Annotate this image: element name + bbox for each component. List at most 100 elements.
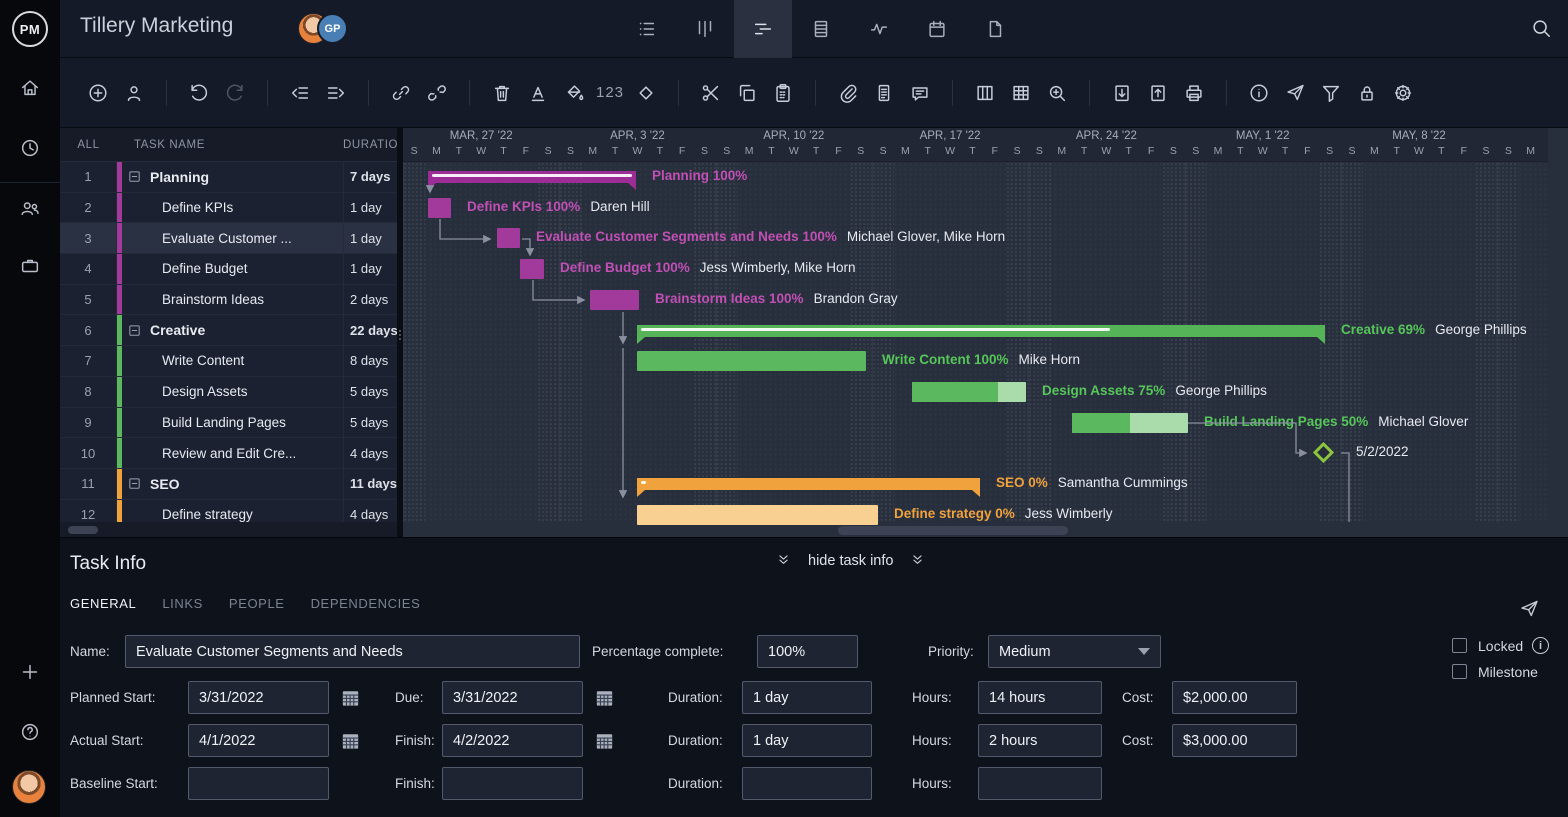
info-button[interactable]: [1241, 75, 1277, 111]
table-row[interactable]: 9Build Landing Pages5 days: [60, 408, 397, 439]
task-bar[interactable]: [520, 259, 544, 279]
task-bar[interactable]: [428, 198, 451, 218]
milestone-diamond-button[interactable]: [628, 75, 664, 111]
task-name-input[interactable]: [125, 635, 580, 668]
calendar-icon[interactable]: [593, 686, 616, 709]
priority-select[interactable]: Medium: [988, 635, 1161, 668]
redo-button[interactable]: [217, 75, 253, 111]
notes-button[interactable]: [866, 75, 902, 111]
portfolio-icon[interactable]: [0, 244, 60, 288]
unlink-button[interactable]: [419, 75, 455, 111]
task-bar[interactable]: [1072, 413, 1188, 433]
zoom-in-button[interactable]: [1039, 75, 1075, 111]
table-horizontal-scrollbar[interactable]: [68, 526, 98, 534]
table-row[interactable]: 8Design Assets5 days: [60, 377, 397, 408]
paste-button[interactable]: [765, 75, 801, 111]
project-avatars[interactable]: GP: [298, 13, 362, 45]
locked-info-icon[interactable]: i: [1532, 637, 1549, 654]
duration-input[interactable]: [742, 767, 872, 800]
summary-bar[interactable]: [428, 171, 636, 183]
end-date-input[interactable]: [442, 681, 583, 714]
table-row[interactable]: 6Creative22 days: [60, 315, 397, 346]
task-bar[interactable]: [637, 505, 878, 525]
delete-button[interactable]: [484, 75, 520, 111]
view-tab-view-doc[interactable]: [966, 0, 1024, 58]
lock-button[interactable]: [1349, 75, 1385, 111]
grid-button[interactable]: [1003, 75, 1039, 111]
format-text-button[interactable]: [520, 75, 556, 111]
table-row[interactable]: 4Define Budget1 day: [60, 254, 397, 285]
table-row[interactable]: 7Write Content8 days: [60, 346, 397, 377]
task-bar[interactable]: [590, 290, 639, 310]
cost-input[interactable]: [1172, 681, 1297, 714]
table-row[interactable]: 1Planning7 days: [60, 162, 397, 193]
table-row[interactable]: 2Define KPIs1 day: [60, 193, 397, 224]
link-button[interactable]: [383, 75, 419, 111]
task-info-tab-links[interactable]: LINKS: [162, 596, 203, 611]
numbers-button[interactable]: 123: [592, 84, 628, 101]
table-row[interactable]: 12Define strategy4 days: [60, 500, 397, 522]
collapse-icon[interactable]: [126, 322, 143, 339]
copy-button[interactable]: [729, 75, 765, 111]
comment-button[interactable]: [902, 75, 938, 111]
user-avatar[interactable]: [12, 770, 46, 804]
gantt-horizontal-scrollbar[interactable]: [838, 526, 1068, 535]
outdent-button[interactable]: [282, 75, 318, 111]
help-icon[interactable]: [0, 710, 60, 754]
import-button[interactable]: [1104, 75, 1140, 111]
table-row[interactable]: 10Review and Edit Cre...4 days: [60, 438, 397, 469]
end-date-input[interactable]: [442, 724, 583, 757]
team-icon[interactable]: [0, 186, 60, 230]
task-info-tab-general[interactable]: GENERAL: [70, 596, 136, 611]
filter-button[interactable]: [1313, 75, 1349, 111]
view-tab-view-calendar[interactable]: [908, 0, 966, 58]
view-tab-view-gantt[interactable]: [734, 0, 792, 58]
end-date-input[interactable]: [442, 767, 583, 800]
recent-clock-icon[interactable]: [0, 126, 60, 170]
cut-button[interactable]: [693, 75, 729, 111]
hours-input[interactable]: [978, 724, 1102, 757]
attachment-button[interactable]: [830, 75, 866, 111]
cost-input[interactable]: [1172, 724, 1297, 757]
duration-input[interactable]: [742, 681, 872, 714]
view-tab-view-activity[interactable]: [850, 0, 908, 58]
search-icon[interactable]: [1530, 17, 1552, 39]
undo-button[interactable]: [181, 75, 217, 111]
percentage-complete-input[interactable]: [757, 635, 858, 668]
calendar-icon[interactable]: [593, 729, 616, 752]
collapse-icon[interactable]: [126, 168, 143, 185]
summary-bar[interactable]: [637, 325, 1325, 337]
hours-input[interactable]: [978, 767, 1102, 800]
duration-input[interactable]: [742, 724, 872, 757]
task-info-tab-people[interactable]: PEOPLE: [229, 596, 285, 611]
columns-button[interactable]: [967, 75, 1003, 111]
view-tab-view-list[interactable]: [618, 0, 676, 58]
table-row[interactable]: 3Evaluate Customer ...1 day: [60, 223, 397, 254]
start-date-input[interactable]: [188, 681, 329, 714]
task-bar[interactable]: [912, 382, 1026, 402]
share-button[interactable]: [1277, 75, 1313, 111]
view-tab-view-sheet[interactable]: [792, 0, 850, 58]
view-tab-view-board[interactable]: [676, 0, 734, 58]
fill-color-button[interactable]: [556, 75, 592, 111]
print-button[interactable]: [1176, 75, 1212, 111]
milestone-checkbox[interactable]: [1452, 664, 1467, 679]
table-row[interactable]: 5Brainstorm Ideas2 days: [60, 285, 397, 316]
share-paper-plane-icon[interactable]: [1519, 598, 1540, 619]
summary-bar[interactable]: [637, 478, 980, 490]
home-icon[interactable]: [0, 66, 60, 110]
indent-button[interactable]: [318, 75, 354, 111]
collapse-icon[interactable]: [126, 475, 143, 492]
calendar-icon[interactable]: [339, 686, 362, 709]
task-bar[interactable]: [637, 351, 866, 371]
assign-people-button[interactable]: [116, 75, 152, 111]
task-bar[interactable]: [497, 228, 520, 248]
locked-checkbox[interactable]: [1452, 638, 1467, 653]
hide-task-info-button[interactable]: hide task info: [775, 552, 926, 569]
task-info-tab-dependencies[interactable]: DEPENDENCIES: [311, 596, 421, 611]
calendar-icon[interactable]: [339, 729, 362, 752]
table-row[interactable]: 11SEO11 days: [60, 469, 397, 500]
settings-button[interactable]: [1385, 75, 1421, 111]
add-new-icon[interactable]: [0, 650, 60, 694]
start-date-input[interactable]: [188, 724, 329, 757]
